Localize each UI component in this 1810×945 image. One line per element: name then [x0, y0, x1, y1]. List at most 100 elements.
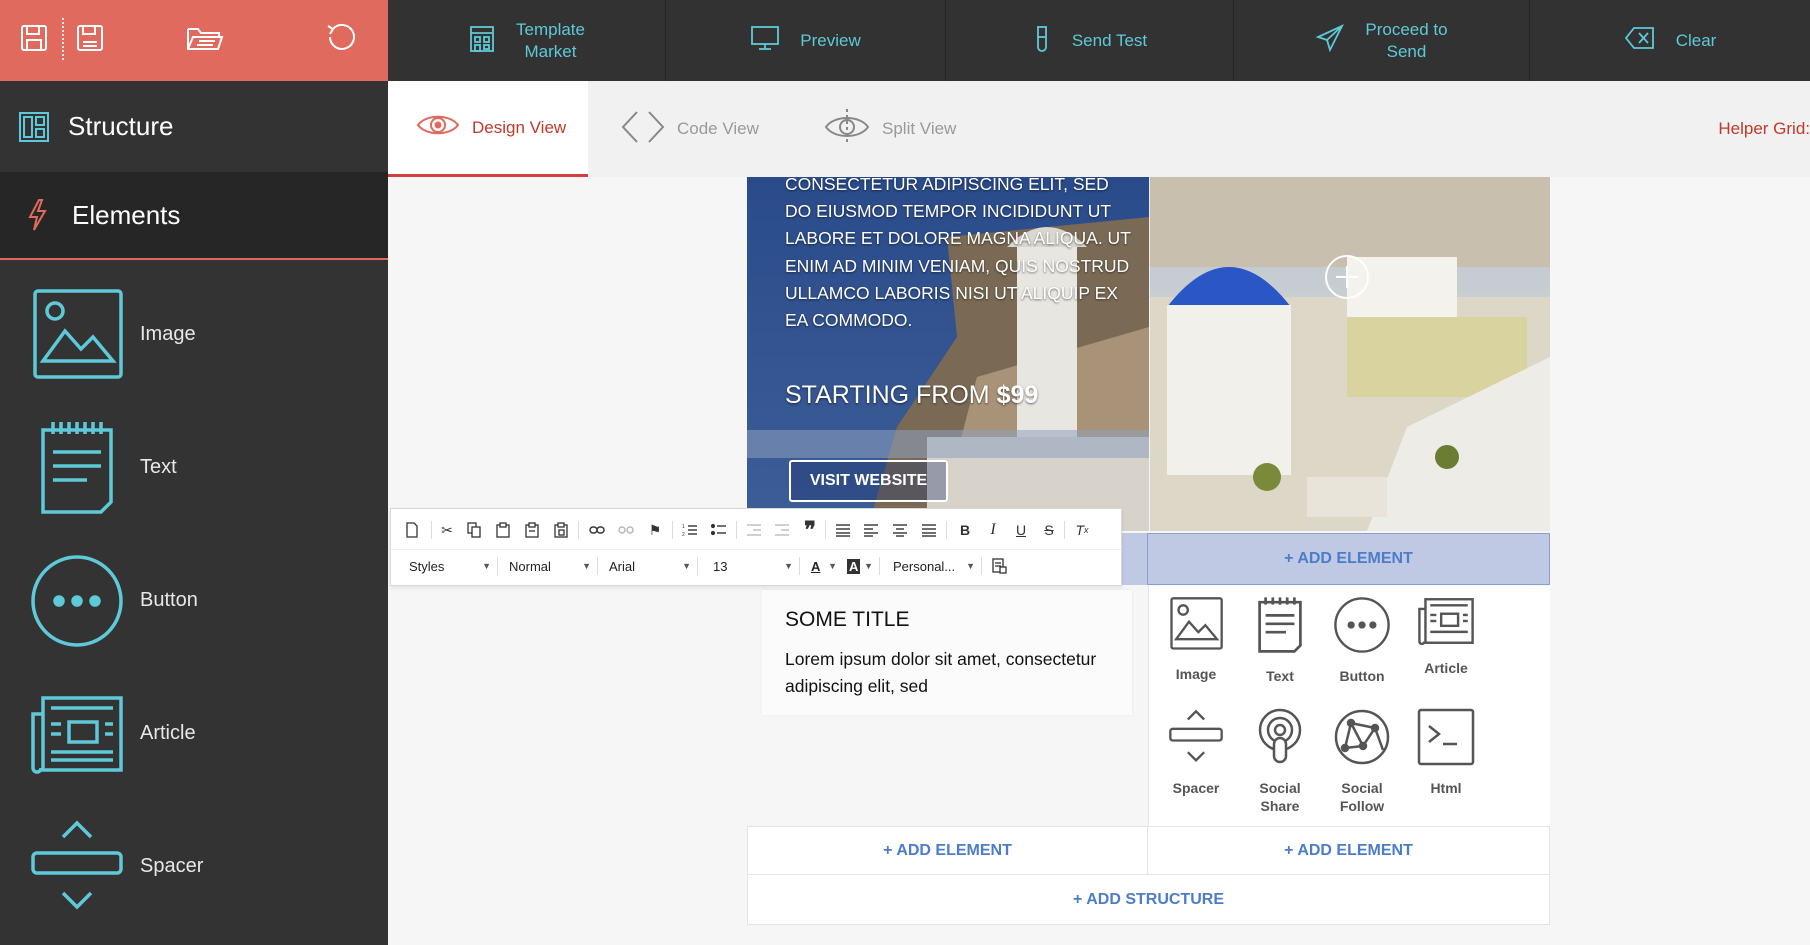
source-icon[interactable]: [991, 555, 1011, 577]
align-left-icon[interactable]: [860, 519, 882, 541]
social-share-icon: [1255, 708, 1305, 771]
brand-toolbar: [0, 0, 388, 81]
sidebar-item-spacer[interactable]: Spacer: [0, 800, 388, 933]
tab-split-view[interactable]: Split View: [824, 81, 956, 177]
sidebar-item-label: Button: [140, 589, 198, 611]
align-center-icon[interactable]: [889, 519, 911, 541]
store-icon: [468, 23, 496, 58]
open-folder-icon[interactable]: [182, 16, 228, 60]
new-document-icon[interactable]: [401, 519, 423, 541]
remove-format-icon[interactable]: Tx: [1071, 519, 1093, 541]
add-structure-row: + ADD STRUCTURE: [747, 875, 1550, 925]
palette-image[interactable]: Image: [1165, 596, 1227, 683]
social-follow-icon: [1333, 708, 1391, 771]
save-icon[interactable]: [12, 16, 56, 60]
add-circle-icon[interactable]: [1325, 255, 1369, 299]
sidebar-item-label: Spacer: [140, 855, 204, 877]
palette-article[interactable]: Article: [1413, 596, 1479, 677]
content-title: SOME TITLE: [785, 608, 910, 631]
palette-text[interactable]: Text: [1251, 596, 1309, 685]
underline-icon[interactable]: U: [1010, 519, 1032, 541]
clear-label: Clear: [1675, 30, 1717, 50]
sidebar-item-image[interactable]: Image: [0, 268, 388, 401]
sidebar-item-button[interactable]: Button: [0, 534, 388, 667]
link-icon[interactable]: [586, 519, 608, 541]
bullet-list-icon[interactable]: [708, 519, 730, 541]
palette-html[interactable]: Html: [1413, 708, 1479, 797]
format-value: Normal: [509, 558, 551, 574]
align-right-icon[interactable]: [918, 519, 940, 541]
tab-design-view[interactable]: Design View: [388, 81, 588, 177]
text-color-button[interactable]: A ▼: [811, 555, 837, 577]
undo-icon[interactable]: [318, 16, 362, 60]
add-element-button[interactable]: + ADD ELEMENT: [1148, 534, 1549, 584]
text-icon: [1256, 596, 1304, 659]
proceed-to-send-button[interactable]: Proceed to Send: [1234, 0, 1530, 81]
unlink-icon[interactable]: [615, 519, 637, 541]
tab-code-label: Code View: [677, 119, 759, 138]
save-as-icon[interactable]: [68, 16, 112, 60]
code-brackets-icon: [621, 109, 665, 150]
tab-split-label: Split View: [882, 119, 957, 138]
copy-icon[interactable]: [463, 519, 485, 541]
strikethrough-icon[interactable]: S: [1038, 519, 1060, 541]
italic-icon[interactable]: I: [982, 519, 1004, 541]
chevron-down-icon: ▼: [482, 561, 491, 571]
hero-starting-label: STARTING FROM: [785, 381, 990, 409]
tab-design-label: Design View: [472, 117, 567, 137]
structure-label: Structure: [68, 111, 174, 141]
top-toolbar: Template Market Preview Send Test Procee…: [388, 0, 1810, 81]
sidebar-elements-tab[interactable]: Elements: [0, 172, 388, 260]
outdent-icon[interactable]: [743, 519, 765, 541]
cut-icon[interactable]: ✂: [436, 519, 458, 541]
bold-icon[interactable]: B: [954, 519, 976, 541]
hero-price: $99: [996, 381, 1039, 409]
chevron-down-icon: ▼: [966, 561, 975, 571]
add-element-left-button[interactable]: + ADD ELEMENT: [748, 827, 1148, 874]
paste-text-icon[interactable]: [521, 519, 543, 541]
add-element-right-button[interactable]: + ADD ELEMENT: [1148, 827, 1549, 874]
clear-button[interactable]: Clear: [1530, 0, 1810, 81]
palette-social-follow[interactable]: Social Follow: [1329, 708, 1395, 815]
palette-spacer[interactable]: Spacer: [1165, 708, 1227, 797]
template-market-button[interactable]: Template Market: [388, 0, 666, 81]
blockquote-icon[interactable]: ❞: [799, 517, 821, 542]
palette-button[interactable]: Button: [1329, 596, 1395, 685]
rich-text-toolbar: ✂ ⚑ 12 ❞ B I U S Tx Styles ▼ Normal ▼ Aria…: [390, 508, 1122, 586]
lightning-icon: [26, 198, 48, 232]
paper-plane-icon: [1315, 23, 1345, 58]
indent-icon[interactable]: [771, 519, 793, 541]
helper-grid-label[interactable]: Helper Grid:: [1718, 119, 1810, 139]
chevron-down-icon: ▼: [682, 561, 691, 571]
sidebar-item-text[interactable]: Text: [0, 401, 388, 534]
palette-social-share[interactable]: Social Share: [1247, 708, 1313, 815]
background-color-button[interactable]: A ▼: [847, 555, 873, 577]
sidebar-structure-tab[interactable]: Structure: [0, 81, 388, 172]
font-dropdown[interactable]: Arial ▼: [609, 555, 691, 577]
anchor-flag-icon[interactable]: ⚑: [644, 519, 666, 541]
personalization-dropdown[interactable]: Personal... ▼: [893, 555, 975, 577]
test-tube-icon: [1032, 23, 1052, 58]
preview-button[interactable]: Preview: [666, 0, 946, 81]
visit-website-button[interactable]: VISIT WEBSITE: [789, 460, 948, 502]
align-justify-icon[interactable]: [832, 519, 854, 541]
article-icon: [1417, 596, 1475, 651]
chevron-down-icon: ▼: [582, 561, 591, 571]
format-dropdown[interactable]: Normal ▼: [509, 555, 591, 577]
tab-code-view[interactable]: Code View: [621, 81, 759, 177]
sidebar-item-label: Text: [140, 456, 177, 478]
paste-word-icon[interactable]: [550, 519, 572, 541]
add-structure-button[interactable]: + ADD STRUCTURE: [748, 875, 1549, 924]
add-element-highlight[interactable]: + ADD ELEMENT: [1147, 533, 1550, 585]
numbered-list-icon[interactable]: 12: [679, 519, 701, 541]
sidebar-item-article[interactable]: Article: [0, 667, 388, 800]
styles-dropdown[interactable]: Styles ▼: [409, 555, 491, 577]
chevron-down-icon: ▼: [784, 561, 793, 571]
font-size-value: 13: [713, 558, 728, 574]
paste-icon[interactable]: [492, 519, 514, 541]
split-eye-icon: [824, 107, 870, 152]
text-icon: [22, 420, 132, 516]
image-icon: [1168, 596, 1224, 657]
font-size-dropdown[interactable]: 13 ▼: [713, 555, 793, 577]
send-test-button[interactable]: Send Test: [946, 0, 1234, 81]
